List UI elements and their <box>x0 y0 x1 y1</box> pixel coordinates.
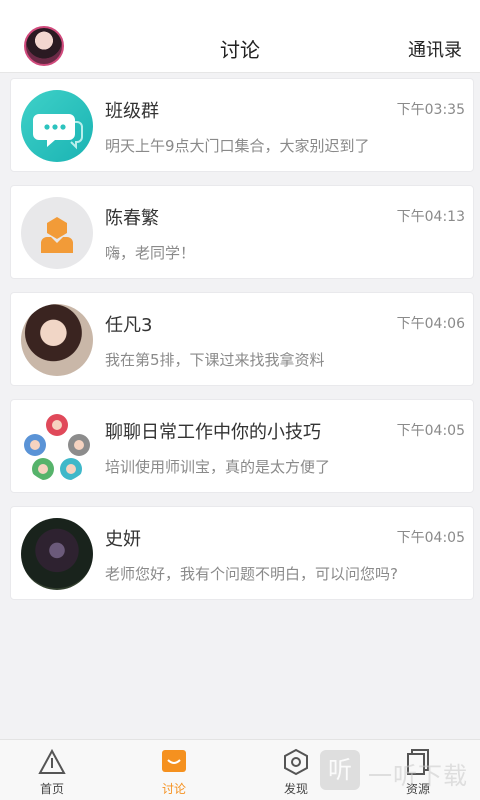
default-user-icon <box>21 197 93 269</box>
watermark-text: 一听下载 <box>368 762 468 790</box>
chat-last-message: 我在第5排，下课过来找我拿资料 <box>105 351 325 369</box>
tab-discover[interactable]: 发现 <box>266 748 326 797</box>
watermark-logo: 听 一听下载 <box>320 746 470 794</box>
hexagon-discover-icon <box>284 748 308 776</box>
bottom-tab-bar: 首页 讨论 发现 资源 听 一听下载 <box>0 739 480 800</box>
chat-last-message: 培训使用师训宝，真的是太方便了 <box>105 458 331 476</box>
chat-name: 任凡3 <box>105 315 153 336</box>
user-photo-avatar <box>21 304 93 376</box>
chat-time: 下午04:06 <box>396 316 465 332</box>
chat-last-message: 明天上午9点大门口集合，大家别迟到了 <box>105 137 370 155</box>
triangle-home-icon <box>38 748 66 774</box>
chat-name: 陈春繁 <box>105 208 159 229</box>
chat-name: 班级群 <box>105 101 159 122</box>
user-photo-avatar <box>21 518 93 590</box>
chat-time: 下午03:35 <box>396 102 465 118</box>
chat-time: 下午04:05 <box>396 423 465 439</box>
chat-item-shi-yan[interactable]: 史妍 下午04:05 老师您好，我有个问题不明白，可以问您吗? <box>10 506 474 600</box>
tab-discussion[interactable]: 讨论 <box>144 748 204 797</box>
tab-label: 首页 <box>39 782 64 796</box>
chat-name: 史妍 <box>105 529 141 550</box>
chat-time: 下午04:05 <box>396 530 465 546</box>
chat-item-class-group[interactable]: 班级群 下午03:35 明天上午9点大门口集合，大家别迟到了 <box>10 78 474 172</box>
chat-name: 聊聊日常工作中你的小技巧 <box>105 422 321 443</box>
chat-item-chen-chunfan[interactable]: 陈春繁 下午04:13 嗨，老同学！ <box>10 185 474 279</box>
chat-last-message: 嗨，老同学！ <box>105 244 196 262</box>
top-bar: 讨论 通讯录 <box>0 0 480 73</box>
chat-last-message: 老师您好，我有个问题不明白，可以问您吗? <box>105 565 398 583</box>
group-chat-icon <box>21 90 93 162</box>
chat-bubble-icon <box>162 750 186 772</box>
chat-item-ren-fan[interactable]: 任凡3 下午04:06 我在第5排，下课过来找我拿资料 <box>10 292 474 386</box>
watermark-glyph: 听 <box>320 750 360 790</box>
tab-home[interactable]: 首页 <box>22 748 82 797</box>
chat-item-tips-group[interactable]: 聊聊日常工作中你的小技巧 下午04:05 培训使用师训宝，真的是太方便了 <box>10 399 474 493</box>
chat-time: 下午04:13 <box>396 209 465 225</box>
tab-label: 讨论 <box>161 782 186 796</box>
contacts-button[interactable]: 通讯录 <box>408 36 462 62</box>
multi-user-avatar <box>21 411 93 483</box>
tab-label: 发现 <box>283 782 308 796</box>
